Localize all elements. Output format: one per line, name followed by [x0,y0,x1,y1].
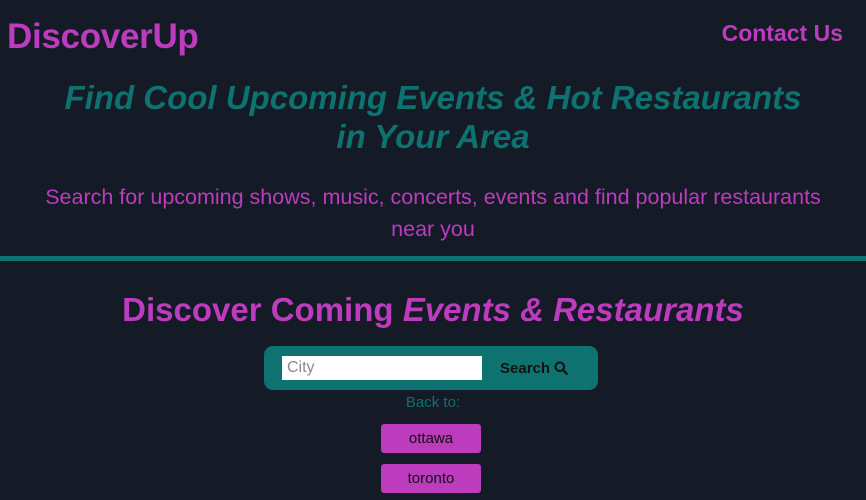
contact-us-link[interactable]: Contact Us [722,19,843,47]
section-divider [0,256,866,261]
search-button-label: Search [500,359,551,377]
section-title-italic: Events & Restaurants [402,291,744,328]
hero-title-line-2: in Your Area [336,118,530,155]
search-icon [554,361,568,375]
search-button[interactable]: Search [500,356,568,380]
search-form: Search [264,346,598,390]
section-title-plain: Discover Coming [122,291,403,328]
hero-title-line-1: Find Cool Upcoming Events & Hot Restaura… [64,79,802,116]
hero-subtitle-line-1: Search for upcoming shows, music, concer… [45,185,821,209]
history-city-button[interactable]: ottawa [381,424,481,453]
section-title: Discover Coming Events & Restaurants [0,290,866,330]
city-input[interactable] [282,356,482,380]
history-city-button[interactable]: toronto [381,464,481,493]
page: DiscoverUp Contact Us Find Cool Upcoming… [0,0,866,500]
hero-subtitle-line-2: near you [391,217,475,241]
hero-title: Find Cool Upcoming Events & Hot Restaura… [0,78,866,156]
site-logo[interactable]: DiscoverUp [7,17,199,57]
hero-subtitle: Search for upcoming shows, music, concer… [0,181,866,245]
back-to-label: Back to: [405,394,461,411]
